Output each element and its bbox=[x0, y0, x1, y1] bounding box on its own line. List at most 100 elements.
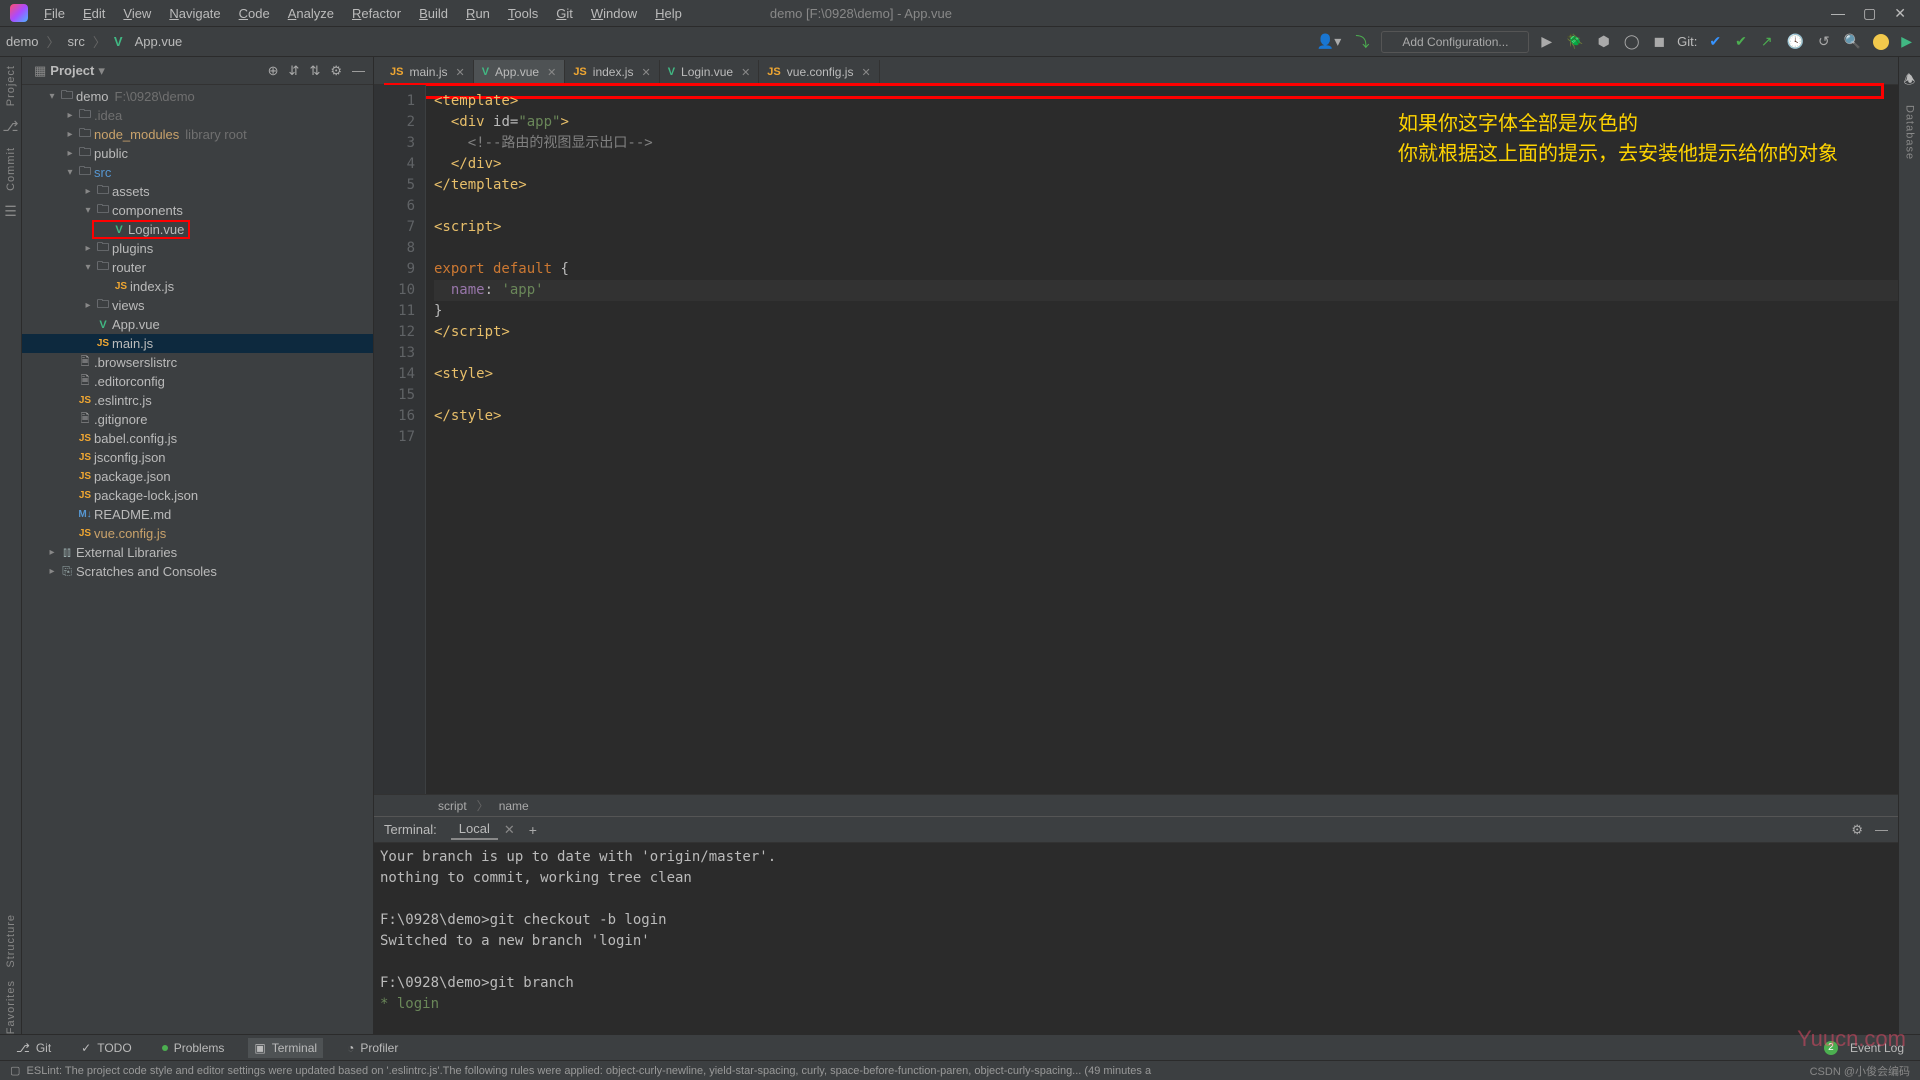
tab-close-icon[interactable]: ✕ bbox=[641, 66, 650, 79]
tab-index-js[interactable]: JSindex.js✕ bbox=[565, 60, 659, 84]
tree-item-login-vue[interactable]: VLogin.vue bbox=[92, 220, 190, 239]
tab-close-icon[interactable]: ✕ bbox=[861, 66, 870, 79]
tree-item-external-libraries[interactable]: ▸⫾⫾External Libraries bbox=[22, 543, 373, 562]
menu-navigate[interactable]: Navigate bbox=[161, 2, 228, 25]
history-icon[interactable]: 🕓 bbox=[1785, 33, 1806, 50]
tree-item-node-modules[interactable]: ▸🗀node_moduleslibrary root bbox=[22, 125, 373, 144]
tree-item-public[interactable]: ▸🗀public bbox=[22, 144, 373, 163]
tree-item-jsconfig-json[interactable]: JSjsconfig.json bbox=[22, 448, 373, 467]
tab-vue-config-js[interactable]: JSvue.config.js✕ bbox=[759, 60, 879, 84]
dropdown-icon[interactable]: ▾ bbox=[98, 63, 105, 79]
tree-item-app-vue[interactable]: VApp.vue bbox=[22, 315, 373, 334]
code-line[interactable]: <script> bbox=[434, 217, 1898, 238]
add-configuration-button[interactable]: Add Configuration... bbox=[1381, 31, 1529, 53]
git-update-icon[interactable]: ↗ bbox=[1759, 33, 1775, 50]
tree-item-scratches-and-consoles[interactable]: ▸⎘Scratches and Consoles bbox=[22, 562, 373, 581]
breadcrumb-item[interactable]: script bbox=[438, 799, 467, 813]
avatar[interactable] bbox=[1873, 34, 1889, 50]
tree-item--idea[interactable]: ▸🗀.idea bbox=[22, 106, 373, 125]
tree-item-plugins[interactable]: ▸🗀plugins bbox=[22, 239, 373, 258]
tool-windows-icon[interactable]: ▢ bbox=[10, 1064, 20, 1077]
tree-item-views[interactable]: ▸🗀views bbox=[22, 296, 373, 315]
tree-item--browserslistrc[interactable]: 🗎.browserslistrc bbox=[22, 353, 373, 372]
tree-item-demo[interactable]: ▾🗀demoF:\0928\demo bbox=[22, 87, 373, 106]
menu-run[interactable]: Run bbox=[458, 2, 498, 25]
editor-breadcrumb[interactable]: script 〉 name bbox=[374, 794, 1898, 816]
search-icon[interactable]: 🔍 bbox=[1842, 33, 1863, 50]
commit-stripe[interactable]: ⎇ bbox=[2, 118, 18, 135]
hide-icon[interactable]: — bbox=[352, 63, 365, 79]
tree-item-components[interactable]: ▾🗀components bbox=[22, 201, 373, 220]
breadcrumb[interactable]: demo〉 src〉 V App.vue bbox=[6, 32, 182, 51]
project-stripe[interactable]: Project bbox=[5, 65, 17, 106]
structure-stripe[interactable]: Structure bbox=[5, 914, 17, 968]
code-line[interactable] bbox=[434, 196, 1898, 217]
menu-code[interactable]: Code bbox=[231, 2, 278, 25]
tree-item-assets[interactable]: ▸🗀assets bbox=[22, 182, 373, 201]
tab-close-icon[interactable]: ✕ bbox=[741, 66, 750, 79]
revert-icon[interactable]: ↺ bbox=[1816, 33, 1832, 50]
close-icon[interactable]: ✕ bbox=[1894, 5, 1906, 22]
tree-item-index-js[interactable]: JSindex.js bbox=[22, 277, 373, 296]
stop-icon[interactable]: ◼ bbox=[1652, 33, 1668, 50]
code-line[interactable]: </template> bbox=[434, 175, 1898, 196]
breadcrumb-item[interactable]: src bbox=[68, 34, 85, 49]
todo-tool[interactable]: ✓ TODO bbox=[75, 1038, 138, 1058]
settings-icon[interactable]: ⚙ bbox=[330, 63, 342, 79]
locate-icon[interactable]: ⊕ bbox=[268, 63, 279, 79]
tree-item--editorconfig[interactable]: 🗎.editorconfig bbox=[22, 372, 373, 391]
maximize-icon[interactable]: ▢ bbox=[1863, 5, 1876, 22]
terminal-body[interactable]: Your branch is up to date with 'origin/m… bbox=[374, 843, 1898, 1034]
favorites-stripe[interactable]: Favorites bbox=[5, 980, 17, 1034]
git-tool[interactable]: ⎇ Git bbox=[10, 1038, 57, 1058]
problems-tool[interactable]: Problems bbox=[156, 1038, 231, 1058]
tree-item-src[interactable]: ▾🗀src bbox=[22, 163, 373, 182]
git-push-icon[interactable]: ✔ bbox=[1733, 33, 1749, 50]
menu-refactor[interactable]: Refactor bbox=[344, 2, 409, 25]
tree-item-vue-config-js[interactable]: JSvue.config.js bbox=[22, 524, 373, 543]
menu-build[interactable]: Build bbox=[411, 2, 456, 25]
project-tree[interactable]: ▾🗀demoF:\0928\demo▸🗀.idea▸🗀node_modulesl… bbox=[22, 85, 373, 1034]
tree-item--eslintrc-js[interactable]: JS.eslintrc.js bbox=[22, 391, 373, 410]
tab-app-vue[interactable]: VApp.vue✕ bbox=[474, 60, 566, 84]
menu-edit[interactable]: Edit bbox=[75, 2, 113, 25]
profile-icon[interactable]: ◯ bbox=[1622, 33, 1642, 50]
tree-item-main-js[interactable]: JSmain.js bbox=[22, 334, 373, 353]
terminal-tab-close-icon[interactable]: ✕ bbox=[504, 822, 515, 838]
breadcrumb-file[interactable]: App.vue bbox=[135, 34, 183, 49]
code-line[interactable]: <style> bbox=[434, 364, 1898, 385]
breadcrumb-item[interactable]: demo bbox=[6, 34, 39, 49]
tab-main-js[interactable]: JSmain.js✕ bbox=[382, 60, 474, 84]
tree-item-babel-config-js[interactable]: JSbabel.config.js bbox=[22, 429, 373, 448]
tree-item-router[interactable]: ▾🗀router bbox=[22, 258, 373, 277]
expand-icon[interactable]: ⇵ bbox=[289, 63, 300, 79]
profiler-tool[interactable]: ◔ Profiler bbox=[341, 1038, 404, 1058]
code-line[interactable]: export default { bbox=[434, 259, 1898, 280]
code-line[interactable]: name: 'app' bbox=[434, 280, 1898, 301]
git-commit-icon[interactable]: ✔ bbox=[1707, 33, 1723, 50]
tab-login-vue[interactable]: VLogin.vue✕ bbox=[660, 60, 760, 84]
build-icon[interactable]: ⤵ bbox=[1353, 32, 1371, 52]
terminal-add-button[interactable]: + bbox=[521, 822, 545, 838]
menu-git[interactable]: Git bbox=[548, 2, 581, 25]
breadcrumb-item[interactable]: name bbox=[499, 799, 529, 813]
terminal-tab[interactable]: Local bbox=[451, 819, 498, 840]
code-line[interactable] bbox=[434, 238, 1898, 259]
bookmarks-icon[interactable]: ☰ bbox=[4, 203, 17, 220]
database-stripe[interactable]: Database bbox=[1904, 105, 1916, 160]
collapse-icon[interactable]: ⇅ bbox=[309, 63, 320, 79]
tree-item-package-lock-json[interactable]: JSpackage-lock.json bbox=[22, 486, 373, 505]
project-title[interactable]: Project bbox=[50, 63, 94, 78]
code-line[interactable] bbox=[434, 427, 1898, 448]
menu-view[interactable]: View bbox=[115, 2, 159, 25]
terminal-tool[interactable]: ▣ Terminal bbox=[248, 1038, 323, 1058]
commit-stripe-label[interactable]: Commit bbox=[5, 147, 17, 191]
menu-analyze[interactable]: Analyze bbox=[280, 2, 342, 25]
menu-help[interactable]: Help bbox=[647, 2, 690, 25]
code-line[interactable]: </style> bbox=[434, 406, 1898, 427]
code-line[interactable] bbox=[434, 385, 1898, 406]
tree-item-package-json[interactable]: JSpackage.json bbox=[22, 467, 373, 486]
debug-icon[interactable]: 🪲 bbox=[1564, 33, 1585, 50]
tree-item-readme-md[interactable]: M↓README.md bbox=[22, 505, 373, 524]
ide-services-icon[interactable]: ▶ bbox=[1899, 33, 1914, 50]
